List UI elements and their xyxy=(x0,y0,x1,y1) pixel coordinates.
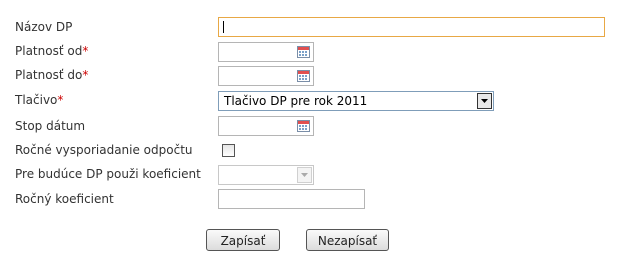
platnost-do-label: Platnosť do* xyxy=(15,68,89,82)
calendar-icon[interactable] xyxy=(297,70,310,82)
platnost-od-input[interactable] xyxy=(218,42,314,62)
chevron-down-icon[interactable] xyxy=(297,167,312,183)
save-button[interactable]: Zapísať xyxy=(206,229,280,251)
required-mark: * xyxy=(82,68,89,82)
stop-datum-label: Stop dátum xyxy=(15,119,86,133)
koeficient-select[interactable] xyxy=(218,165,314,185)
platnost-do-input[interactable] xyxy=(218,66,314,86)
rocne-vysporiadanie-checkbox[interactable] xyxy=(222,144,235,157)
tlacivo-selected-value: Tlačivo DP pre rok 2011 xyxy=(224,94,368,108)
rocny-koeficient-label: Ročný koeficient xyxy=(15,192,114,206)
calendar-icon[interactable] xyxy=(297,46,310,58)
required-mark: * xyxy=(82,44,89,58)
koeficient-select-label: Pre budúce DP použi koeficient xyxy=(15,167,201,181)
cancel-button[interactable]: Nezapísať xyxy=(306,229,389,251)
tlacivo-label: Tlačivo* xyxy=(15,93,64,107)
stop-datum-input[interactable] xyxy=(218,116,314,136)
text-caret xyxy=(223,21,224,33)
required-mark: * xyxy=(57,93,64,107)
rocny-koeficient-input[interactable] xyxy=(218,189,365,209)
chevron-down-icon[interactable] xyxy=(477,93,492,109)
tlacivo-select[interactable]: Tlačivo DP pre rok 2011 xyxy=(218,91,494,111)
calendar-icon[interactable] xyxy=(297,120,310,132)
nazov-label: Názov DP xyxy=(15,20,73,34)
rocne-vysporiadanie-label: Ročné vysporiadanie odpočtu xyxy=(15,143,193,157)
nazov-input[interactable] xyxy=(218,17,605,37)
platnost-od-label: Platnosť od* xyxy=(15,44,89,58)
